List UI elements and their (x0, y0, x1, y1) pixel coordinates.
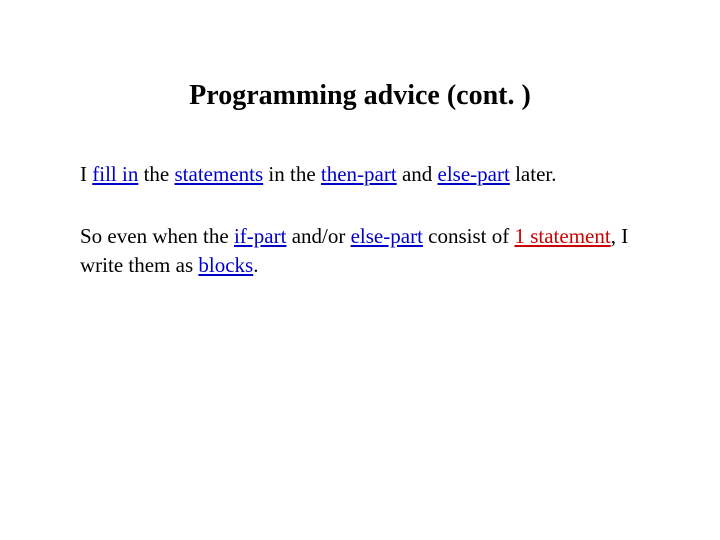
emphasis-statements: statements (175, 162, 264, 186)
text: I (80, 162, 92, 186)
emphasis-one-statement: 1 statement (514, 224, 610, 248)
term-if-part: if-part (234, 224, 286, 248)
term-else-part: else-part (438, 162, 510, 186)
paragraph-2: So even when the if-part and/or else-par… (80, 222, 640, 279)
text: consist of (423, 224, 515, 248)
text: later. (510, 162, 557, 186)
text: in the (263, 162, 321, 186)
slide-body: I fill in the statements in the then-par… (80, 160, 640, 279)
text: the (138, 162, 174, 186)
term-then-part: then-part (321, 162, 397, 186)
emphasis-fill-in: fill in (92, 162, 138, 186)
slide: Programming advice (cont. ) I fill in th… (0, 0, 720, 540)
term-else-part: else-part (351, 224, 423, 248)
term-blocks: blocks (198, 253, 253, 277)
text: So even when the (80, 224, 234, 248)
text: and/or (286, 224, 350, 248)
paragraph-1: I fill in the statements in the then-par… (80, 160, 640, 188)
text: . (253, 253, 258, 277)
text: and (397, 162, 438, 186)
slide-title: Programming advice (cont. ) (80, 80, 640, 112)
